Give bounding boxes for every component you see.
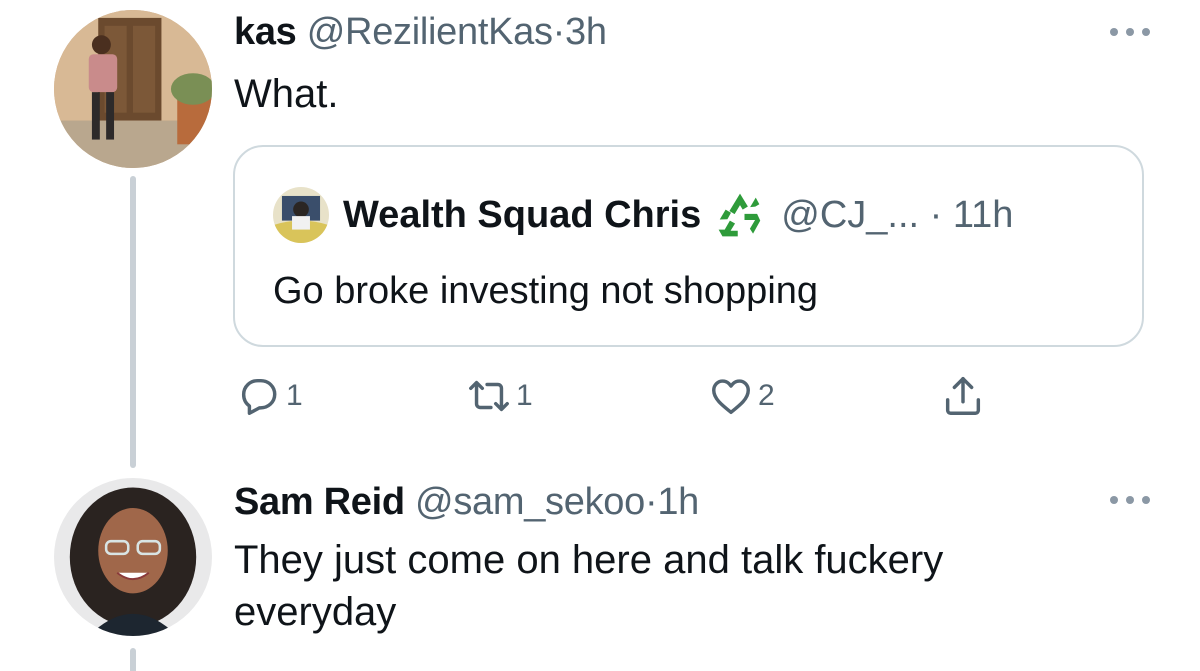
- reply-button[interactable]: 1: [236, 372, 303, 420]
- quoted-tweet-header: Wealth Squad Chris @CJ_... · 11h: [273, 187, 1013, 243]
- like-button[interactable]: 2: [708, 372, 775, 420]
- quoted-tweet[interactable]: Wealth Squad Chris @CJ_... · 11h Go brok…: [233, 145, 1144, 347]
- avatar[interactable]: [54, 10, 212, 168]
- reply-count: 1: [286, 379, 303, 412]
- tweet-header: kas @RezilientKas·3h: [234, 10, 607, 54]
- more-dot-icon: [1126, 28, 1134, 36]
- retweet-icon: [469, 380, 509, 412]
- tweet-text-line: They just come on here and talk fuckery: [234, 538, 944, 582]
- more-options-button[interactable]: [1110, 22, 1150, 42]
- retweet-button[interactable]: 1: [466, 372, 533, 420]
- thread-connector-line: [130, 176, 136, 468]
- like-count: 2: [758, 379, 775, 412]
- avatar[interactable]: [54, 478, 212, 636]
- retweet-count: 1: [516, 379, 533, 412]
- quoted-user-handle: @CJ_...: [781, 194, 920, 236]
- display-name[interactable]: kas: [234, 11, 297, 53]
- display-name[interactable]: Sam Reid: [234, 481, 405, 523]
- quoted-display-name: Wealth Squad Chris: [343, 194, 702, 236]
- tweet-text: They just come on here and talk fuckery …: [234, 534, 1134, 638]
- separator: ·: [929, 194, 943, 236]
- tweet-text-line: everyday: [234, 590, 397, 634]
- more-dot-icon: [1142, 496, 1150, 504]
- timestamp[interactable]: 1h: [657, 481, 699, 523]
- thread-connector-line: [130, 648, 136, 671]
- heart-icon: [712, 379, 750, 415]
- more-dot-icon: [1142, 28, 1150, 36]
- timestamp[interactable]: 3h: [565, 11, 607, 53]
- tweet-text: What.: [234, 72, 339, 116]
- reply-icon: [241, 378, 277, 415]
- recycle-icon: [713, 188, 767, 242]
- separator: ·: [552, 11, 566, 53]
- separator: ·: [644, 481, 658, 523]
- quoted-timestamp: 11h: [952, 194, 1014, 236]
- quoted-avatar: [273, 187, 329, 243]
- more-options-button[interactable]: [1110, 490, 1150, 510]
- tweet-header: Sam Reid @sam_sekoo·1h: [234, 480, 699, 524]
- share-button[interactable]: [940, 372, 986, 420]
- reply-thread: kas @RezilientKas·3h What. Wealth Squad …: [0, 0, 1200, 671]
- share-icon: [945, 377, 981, 415]
- more-dot-icon: [1110, 496, 1118, 504]
- more-dot-icon: [1126, 496, 1134, 504]
- user-handle[interactable]: @RezilientKas: [307, 11, 553, 53]
- user-handle[interactable]: @sam_sekoo: [415, 481, 645, 523]
- quoted-tweet-text: Go broke investing not shopping: [273, 270, 819, 312]
- more-dot-icon: [1110, 28, 1118, 36]
